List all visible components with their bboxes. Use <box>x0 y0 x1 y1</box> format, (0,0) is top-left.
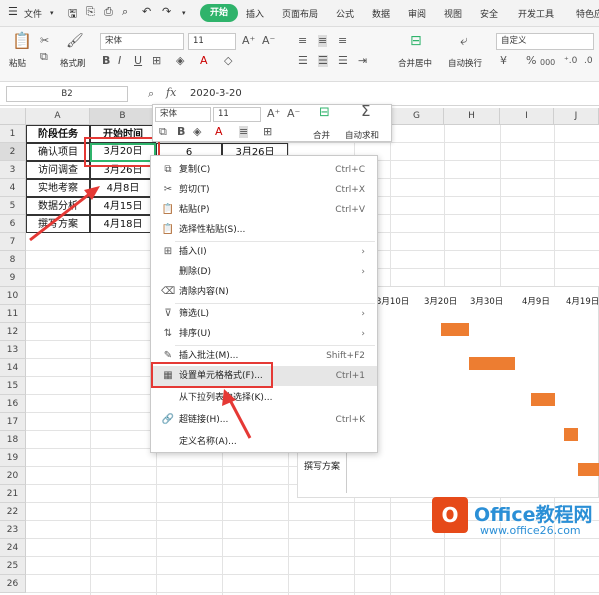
arrow-to-b2 <box>29 190 93 242</box>
arrow-head-format-cells <box>222 389 236 406</box>
row-header[interactable]: 25 <box>0 557 26 575</box>
office-logo-icon: O <box>432 497 468 533</box>
gridline <box>26 574 599 575</box>
watermark-brand: Office教程网 <box>474 504 593 526</box>
arrow-to-format-cells <box>228 399 252 439</box>
watermark-url: www.office26.com <box>480 524 581 537</box>
annotation-arrows <box>29 186 252 439</box>
gridline <box>26 556 599 557</box>
row-header[interactable]: 26 <box>0 575 26 593</box>
gridline <box>26 592 599 593</box>
